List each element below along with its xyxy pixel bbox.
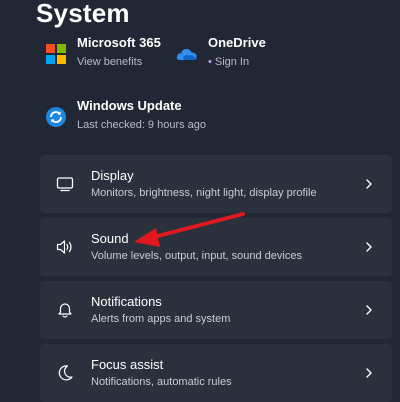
onedrive-sign-in-link[interactable]: Sign In <box>215 56 249 68</box>
view-benefits-link[interactable]: View benefits <box>77 54 161 70</box>
onedrive-label: OneDrive <box>208 35 266 50</box>
microsoft-logo-icon <box>45 43 67 65</box>
notifications-description: Alerts from apps and system <box>91 312 231 325</box>
display-description: Monitors, brightness, night light, displ… <box>91 186 317 199</box>
last-checked-text: Last checked: 9 hours ago <box>77 119 207 131</box>
display-monitor-icon <box>55 174 75 194</box>
page-title: System <box>36 0 130 28</box>
onedrive-cloud-icon <box>176 43 198 65</box>
bell-icon <box>55 300 75 320</box>
display-title: Display <box>91 167 134 183</box>
sound-title: Sound <box>91 230 129 246</box>
focus-assist-settings-card[interactable]: Focus assist Notifications, automatic ru… <box>40 344 392 402</box>
focus-assist-title: Focus assist <box>91 356 164 372</box>
notifications-settings-card[interactable]: Notifications Alerts from apps and syste… <box>40 281 392 339</box>
chevron-right-icon <box>362 177 376 191</box>
moon-icon <box>55 363 75 383</box>
onedrive-tile[interactable]: OneDrive • Sign In <box>176 35 266 70</box>
chevron-right-icon <box>362 240 376 254</box>
focus-assist-description: Notifications, automatic rules <box>91 375 232 388</box>
display-settings-card[interactable]: Display Monitors, brightness, night ligh… <box>40 155 392 213</box>
windows-update-label: Windows Update <box>77 98 182 113</box>
sound-description: Volume levels, output, input, sound devi… <box>91 249 302 262</box>
microsoft365-label: Microsoft 365 <box>77 35 161 50</box>
notifications-title: Notifications <box>91 293 162 309</box>
onedrive-status-dot: • <box>208 56 212 68</box>
windows-update-icon <box>45 106 67 128</box>
sound-settings-card[interactable]: Sound Volume levels, output, input, soun… <box>40 218 392 276</box>
windows-update-tile[interactable]: Windows Update Last checked: 9 hours ago <box>45 98 206 133</box>
chevron-right-icon <box>362 366 376 380</box>
chevron-right-icon <box>362 303 376 317</box>
microsoft365-tile[interactable]: Microsoft 365 View benefits <box>45 35 161 70</box>
speaker-icon <box>55 237 75 257</box>
